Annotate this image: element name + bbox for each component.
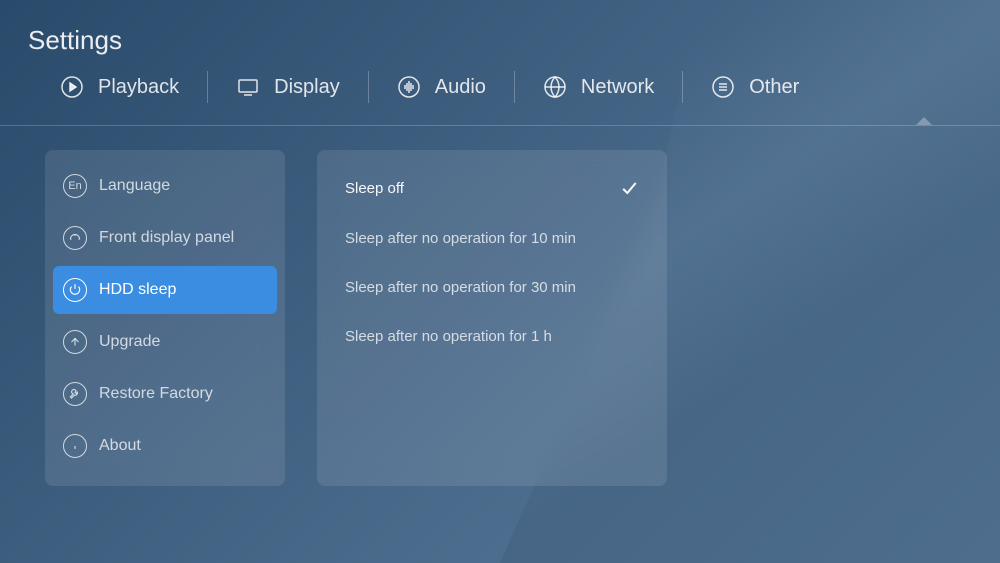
globe-icon xyxy=(543,75,567,99)
sidebar-item-label: HDD sleep xyxy=(99,281,176,299)
sidebar-item-about[interactable]: About xyxy=(53,422,277,470)
tab-label: Network xyxy=(581,76,654,99)
tab-bar: Playback Display Audio xyxy=(0,63,1000,111)
wrench-icon xyxy=(63,382,87,406)
tab-playback[interactable]: Playback xyxy=(40,63,199,111)
option-label: Sleep after no operation for 10 min xyxy=(345,230,576,247)
play-icon xyxy=(60,75,84,99)
up-arrow-icon xyxy=(63,330,87,354)
tab-label: Display xyxy=(274,76,340,99)
tab-other[interactable]: Other xyxy=(691,63,819,111)
divider xyxy=(682,71,683,103)
tab-label: Other xyxy=(749,76,799,99)
sidebar-item-label: Front display panel xyxy=(99,229,234,247)
active-tab-indicator xyxy=(916,117,932,125)
content-area: En Language Front display panel xyxy=(45,150,667,486)
tab-label: Playback xyxy=(98,76,179,99)
option-sleep-10min[interactable]: Sleep after no operation for 10 min xyxy=(317,214,667,263)
sidebar-item-label: Restore Factory xyxy=(99,385,213,403)
gauge-icon xyxy=(63,226,87,250)
option-sleep-off[interactable]: Sleep off xyxy=(317,162,667,214)
power-icon xyxy=(63,278,87,302)
sidebar-item-upgrade[interactable]: Upgrade xyxy=(53,318,277,366)
page-title: Settings xyxy=(28,25,122,56)
divider-line xyxy=(0,125,1000,126)
option-sleep-1h[interactable]: Sleep after no operation for 1 h xyxy=(317,312,667,361)
sidebar-item-front-display[interactable]: Front display panel xyxy=(53,214,277,262)
tab-display[interactable]: Display xyxy=(216,63,360,111)
tab-network[interactable]: Network xyxy=(523,63,674,111)
sidebar-item-hdd-sleep[interactable]: HDD sleep xyxy=(53,266,277,314)
divider xyxy=(368,71,369,103)
display-icon xyxy=(236,75,260,99)
sidebar-item-label: Language xyxy=(99,177,170,195)
option-label: Sleep after no operation for 30 min xyxy=(345,279,576,296)
tab-label: Audio xyxy=(435,76,486,99)
language-icon: En xyxy=(63,174,87,198)
option-label: Sleep off xyxy=(345,180,404,197)
tab-audio[interactable]: Audio xyxy=(377,63,506,111)
sidebar-item-restore-factory[interactable]: Restore Factory xyxy=(53,370,277,418)
sidebar-panel: En Language Front display panel xyxy=(45,150,285,486)
audio-icon xyxy=(397,75,421,99)
info-icon xyxy=(63,434,87,458)
menu-icon xyxy=(711,75,735,99)
divider xyxy=(514,71,515,103)
option-label: Sleep after no operation for 1 h xyxy=(345,328,552,345)
divider xyxy=(207,71,208,103)
options-panel: Sleep off Sleep after no operation for 1… xyxy=(317,150,667,486)
sidebar-item-label: Upgrade xyxy=(99,333,160,351)
sidebar-item-language[interactable]: En Language xyxy=(53,162,277,210)
checkmark-icon xyxy=(619,178,639,198)
option-sleep-30min[interactable]: Sleep after no operation for 30 min xyxy=(317,263,667,312)
sidebar-item-label: About xyxy=(99,437,141,455)
